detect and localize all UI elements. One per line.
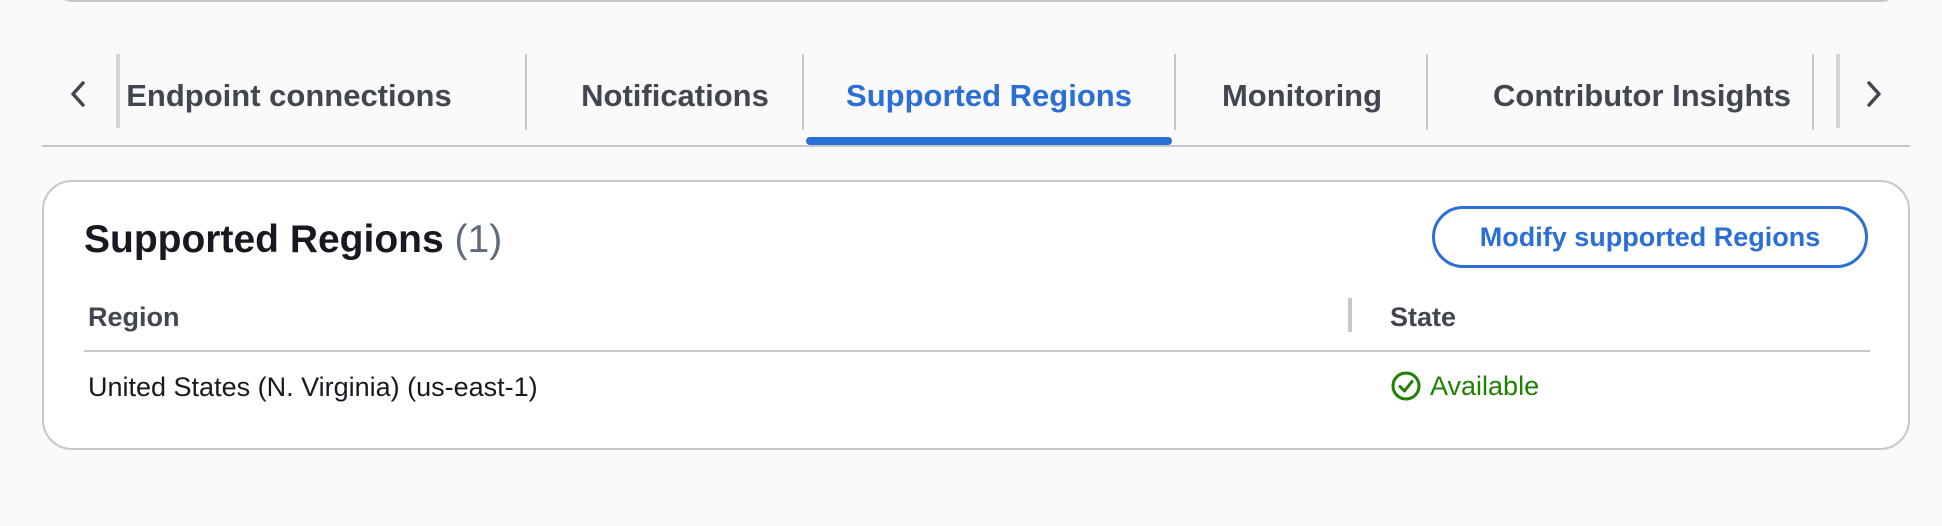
column-resizer[interactable]	[1348, 298, 1352, 332]
tab-endpoint-connections[interactable]: Endpoint connections	[120, 48, 458, 144]
check-circle-icon	[1391, 371, 1421, 401]
table-row: United States (N. Virginia) (us-east-1) …	[84, 354, 1870, 420]
tab-scroll-left-button[interactable]	[56, 68, 100, 120]
chevron-left-icon	[71, 81, 85, 107]
table-header: Region State	[84, 292, 1870, 352]
tab-bar: Endpoint connections Notifications Suppo…	[42, 48, 1910, 147]
chevron-right-icon	[1867, 81, 1881, 107]
tab-divider	[525, 54, 527, 130]
active-tab-indicator	[806, 137, 1172, 145]
supported-regions-container: Supported Regions (1) Modify supported R…	[42, 180, 1910, 450]
state-cell: Available	[1390, 370, 1539, 402]
column-header-state[interactable]: State	[1390, 302, 1456, 333]
column-header-region[interactable]: Region	[88, 302, 180, 333]
tab-notifications[interactable]: Notifications	[550, 48, 800, 144]
tab-contributor-insights[interactable]: Contributor Insights	[1430, 48, 1854, 144]
tab-supported-regions[interactable]: Supported Regions	[806, 48, 1172, 144]
tab-divider	[1426, 54, 1428, 130]
region-count: (1)	[454, 218, 503, 261]
tab-divider	[1174, 54, 1176, 130]
tab-divider	[802, 54, 804, 130]
tab-divider	[1812, 54, 1814, 130]
scroll-divider-right	[1836, 54, 1840, 128]
state-label: Available	[1430, 370, 1540, 401]
modify-supported-regions-button[interactable]: Modify supported Regions	[1432, 206, 1868, 268]
container-title-text: Supported Regions	[84, 218, 444, 261]
container-title: Supported Regions (1)	[84, 218, 502, 262]
tab-scroll-right-button[interactable]	[1852, 68, 1896, 120]
tab-monitoring[interactable]: Monitoring	[1178, 48, 1426, 144]
region-cell: United States (N. Virginia) (us-east-1)	[88, 372, 538, 402]
previous-container-edge	[56, 0, 1898, 2]
